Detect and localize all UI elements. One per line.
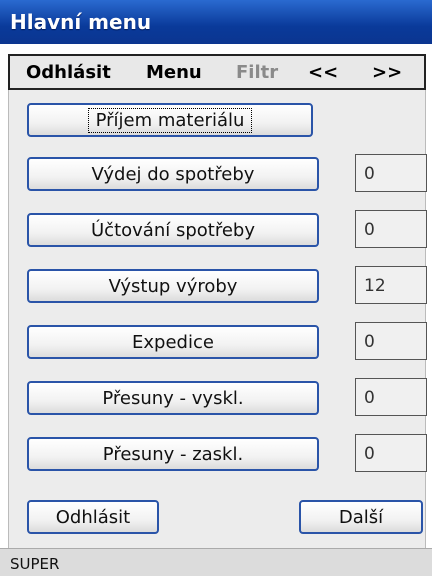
window-title: Hlavní menu — [10, 10, 152, 34]
consumption-accounting-count: 0 — [355, 210, 427, 248]
logout-button[interactable]: Odhlásit — [27, 500, 159, 534]
transfer-in-button[interactable]: Přesuny - zaskl. — [27, 437, 319, 471]
main-panel: Příjem materiálu Výdej do spotřeby 0 Účt… — [8, 90, 427, 548]
receive-material-button[interactable]: Příjem materiálu — [27, 103, 313, 137]
issue-to-consumption-button[interactable]: Výdej do spotřeby — [27, 157, 319, 191]
production-output-button[interactable]: Výstup výroby — [27, 269, 319, 303]
production-output-count: 12 — [355, 266, 427, 304]
menu-next[interactable]: >> — [372, 62, 402, 83]
shipping-button[interactable]: Expedice — [27, 325, 319, 359]
menu-bar: Odhlásit Menu Filtr << >> — [8, 54, 426, 90]
transfer-out-button[interactable]: Přesuny - vyskl. — [27, 381, 319, 415]
window-title-bar: Hlavní menu — [0, 0, 432, 44]
next-button[interactable]: Další — [299, 500, 423, 534]
menu-logout[interactable]: Odhlásit — [26, 62, 111, 83]
status-bar: SUPER — [0, 548, 432, 576]
menu-prev[interactable]: << — [308, 62, 338, 83]
consumption-accounting-button[interactable]: Účtování spotřeby — [27, 213, 319, 247]
shipping-count: 0 — [355, 322, 427, 360]
issue-to-consumption-count: 0 — [355, 154, 427, 192]
menu-main[interactable]: Menu — [146, 62, 202, 83]
transfer-in-count: 0 — [355, 434, 427, 472]
status-user: SUPER — [10, 555, 60, 573]
transfer-out-count: 0 — [355, 378, 427, 416]
menu-filter[interactable]: Filtr — [236, 62, 278, 83]
